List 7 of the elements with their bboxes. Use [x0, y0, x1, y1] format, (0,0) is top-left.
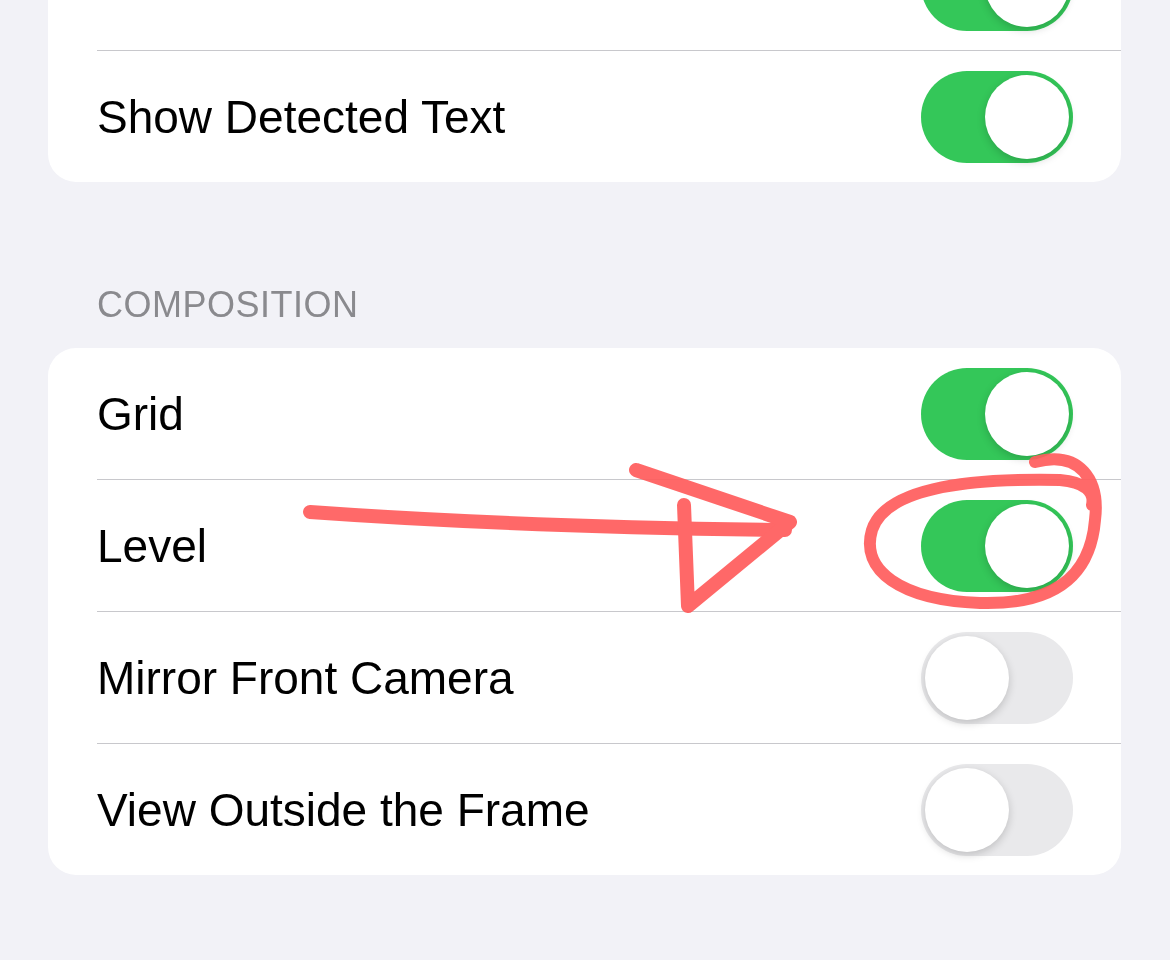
- setting-label: Grid: [97, 386, 184, 441]
- setting-label: Show Detected Text: [97, 89, 506, 144]
- section-header: COMPOSITION: [96, 283, 360, 327]
- setting-label: View Outside the Frame: [97, 782, 590, 837]
- setting-label: Mirror Front Camera: [97, 650, 514, 705]
- setting-label: Level: [97, 518, 207, 573]
- toggle-switch[interactable]: [921, 499, 1073, 592]
